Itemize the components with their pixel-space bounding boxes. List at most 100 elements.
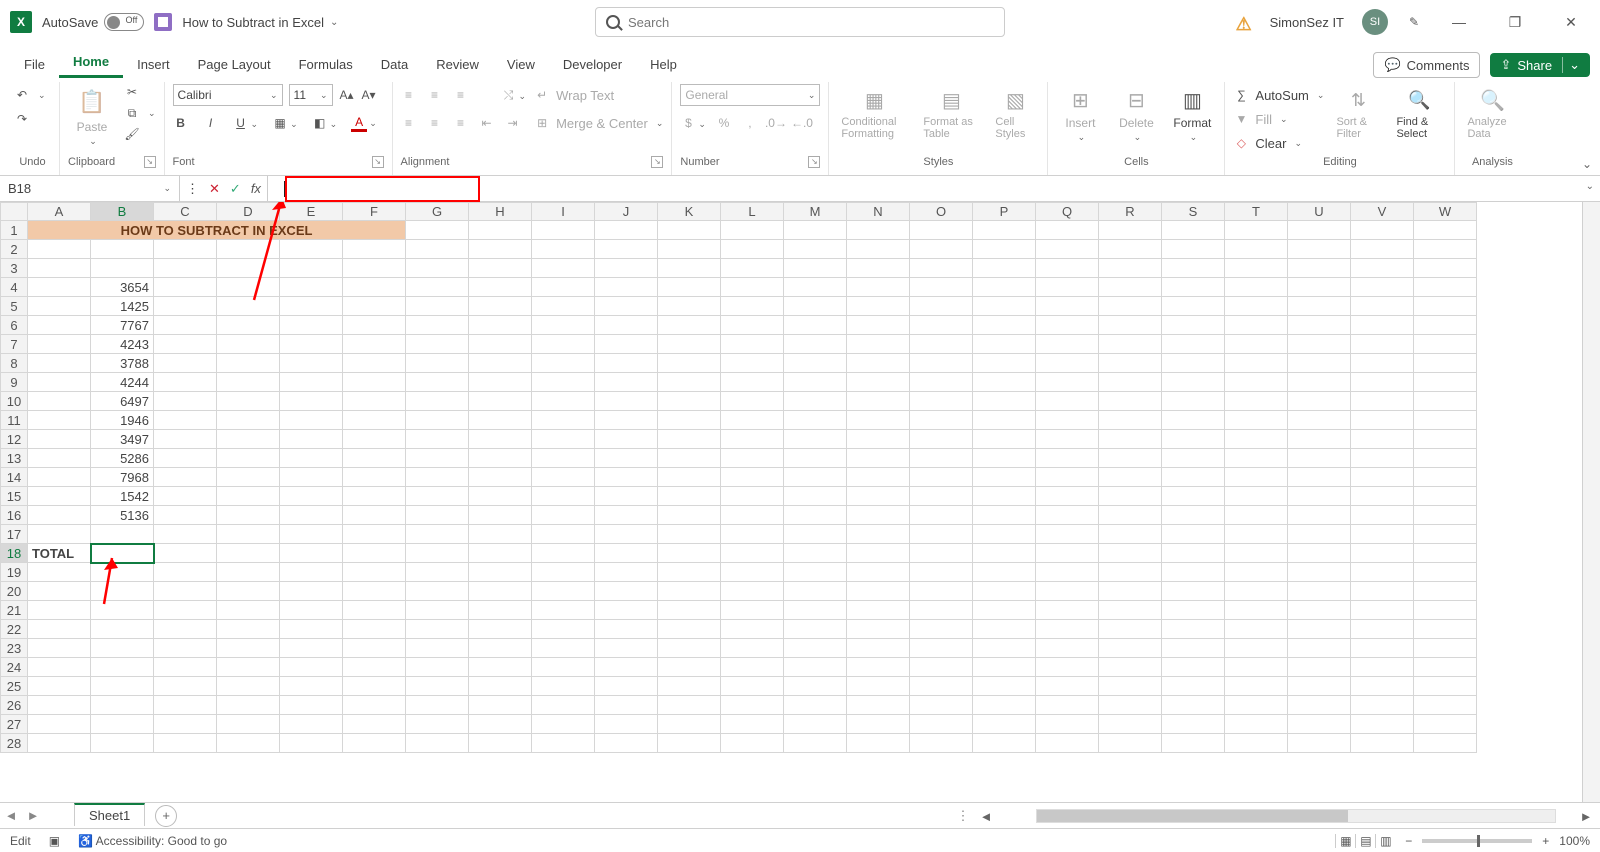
cell-A18[interactable]: TOTAL — [28, 544, 91, 563]
cell-R8[interactable] — [1099, 354, 1162, 373]
cell-D4[interactable] — [217, 278, 280, 297]
cell-G22[interactable] — [406, 620, 469, 639]
cell-D6[interactable] — [217, 316, 280, 335]
cell-C27[interactable] — [154, 715, 217, 734]
column-header-H[interactable]: H — [469, 203, 532, 221]
cell-M19[interactable] — [784, 563, 847, 582]
cell-O20[interactable] — [910, 582, 973, 601]
column-header-K[interactable]: K — [658, 203, 721, 221]
cell-L13[interactable] — [721, 449, 784, 468]
cell-S6[interactable] — [1162, 316, 1225, 335]
cell-L26[interactable] — [721, 696, 784, 715]
cell-S17[interactable] — [1162, 525, 1225, 544]
cell-R18[interactable] — [1099, 544, 1162, 563]
cell-W18[interactable] — [1414, 544, 1477, 563]
cell-J23[interactable] — [595, 639, 658, 658]
cell-G28[interactable] — [406, 734, 469, 753]
cell-D8[interactable] — [217, 354, 280, 373]
column-header-O[interactable]: O — [910, 203, 973, 221]
cell-P21[interactable] — [973, 601, 1036, 620]
column-header-M[interactable]: M — [784, 203, 847, 221]
cell-E27[interactable] — [280, 715, 343, 734]
row-header-3[interactable]: 3 — [1, 259, 28, 278]
align-right-icon[interactable]: ≡ — [453, 115, 469, 131]
cell-U18[interactable] — [1288, 544, 1351, 563]
cell-Q11[interactable] — [1036, 411, 1099, 430]
cell-E24[interactable] — [280, 658, 343, 677]
cell-W8[interactable] — [1414, 354, 1477, 373]
cell-T11[interactable] — [1225, 411, 1288, 430]
cell-K20[interactable] — [658, 582, 721, 601]
cell-H4[interactable] — [469, 278, 532, 297]
cell-C28[interactable] — [154, 734, 217, 753]
row-header-12[interactable]: 12 — [1, 430, 28, 449]
cell-T12[interactable] — [1225, 430, 1288, 449]
cell-S26[interactable] — [1162, 696, 1225, 715]
cell-Q18[interactable] — [1036, 544, 1099, 563]
hscroll-left-icon[interactable]: ◄ — [978, 809, 994, 824]
cell-V24[interactable] — [1351, 658, 1414, 677]
cell-Q2[interactable] — [1036, 240, 1099, 259]
cell-E10[interactable] — [280, 392, 343, 411]
fx-options-icon[interactable]: ⋮ — [186, 181, 199, 197]
dialog-launcher-icon[interactable]: ↘ — [144, 156, 156, 168]
row-header-8[interactable]: 8 — [1, 354, 28, 373]
cell-F27[interactable] — [343, 715, 406, 734]
chevron-down-icon[interactable]: ⌄ — [1562, 57, 1580, 73]
cell-M25[interactable] — [784, 677, 847, 696]
column-header-U[interactable]: U — [1288, 203, 1351, 221]
cell-I5[interactable] — [532, 297, 595, 316]
cell-H12[interactable] — [469, 430, 532, 449]
clear-button[interactable]: ◇Clear⌄ — [1233, 132, 1324, 154]
cell-M10[interactable] — [784, 392, 847, 411]
cell-C23[interactable] — [154, 639, 217, 658]
cell-W28[interactable] — [1414, 734, 1477, 753]
cell-R11[interactable] — [1099, 411, 1162, 430]
add-sheet-button[interactable]: + — [155, 805, 177, 827]
cell-O5[interactable] — [910, 297, 973, 316]
cell-O23[interactable] — [910, 639, 973, 658]
cell-G8[interactable] — [406, 354, 469, 373]
cell-A12[interactable] — [28, 430, 91, 449]
restore-button[interactable]: ❐ — [1496, 8, 1534, 36]
cell-S16[interactable] — [1162, 506, 1225, 525]
cell-R4[interactable] — [1099, 278, 1162, 297]
cell-S23[interactable] — [1162, 639, 1225, 658]
cell-P5[interactable] — [973, 297, 1036, 316]
insert-function-icon[interactable]: fx — [251, 181, 261, 196]
cell-U2[interactable] — [1288, 240, 1351, 259]
cell-G7[interactable] — [406, 335, 469, 354]
cell-O16[interactable] — [910, 506, 973, 525]
cell-I22[interactable] — [532, 620, 595, 639]
cell-J2[interactable] — [595, 240, 658, 259]
cell-O15[interactable] — [910, 487, 973, 506]
cell-G4[interactable] — [406, 278, 469, 297]
cell[interactable] — [469, 221, 532, 240]
cell-L19[interactable] — [721, 563, 784, 582]
cell-B21[interactable] — [91, 601, 154, 620]
cell-W2[interactable] — [1414, 240, 1477, 259]
cell-V22[interactable] — [1351, 620, 1414, 639]
cell-W20[interactable] — [1414, 582, 1477, 601]
cell-I12[interactable] — [532, 430, 595, 449]
cell-Q4[interactable] — [1036, 278, 1099, 297]
cell-P2[interactable] — [973, 240, 1036, 259]
cell-P11[interactable] — [973, 411, 1036, 430]
column-header-E[interactable]: E — [280, 203, 343, 221]
cell-S25[interactable] — [1162, 677, 1225, 696]
cell-N13[interactable] — [847, 449, 910, 468]
cell-I28[interactable] — [532, 734, 595, 753]
italic-icon[interactable]: I — [203, 115, 219, 131]
cell-Q10[interactable] — [1036, 392, 1099, 411]
number-format-selector[interactable]: General⌄ — [680, 84, 820, 106]
column-header-A[interactable]: A — [28, 203, 91, 221]
cell-K16[interactable] — [658, 506, 721, 525]
cell-J14[interactable] — [595, 468, 658, 487]
cell-C18[interactable] — [154, 544, 217, 563]
chevron-down-icon[interactable]: ⌄ — [38, 90, 46, 101]
cell-M4[interactable] — [784, 278, 847, 297]
cell-Q17[interactable] — [1036, 525, 1099, 544]
cell-C9[interactable] — [154, 373, 217, 392]
cell-A21[interactable] — [28, 601, 91, 620]
cell-R5[interactable] — [1099, 297, 1162, 316]
